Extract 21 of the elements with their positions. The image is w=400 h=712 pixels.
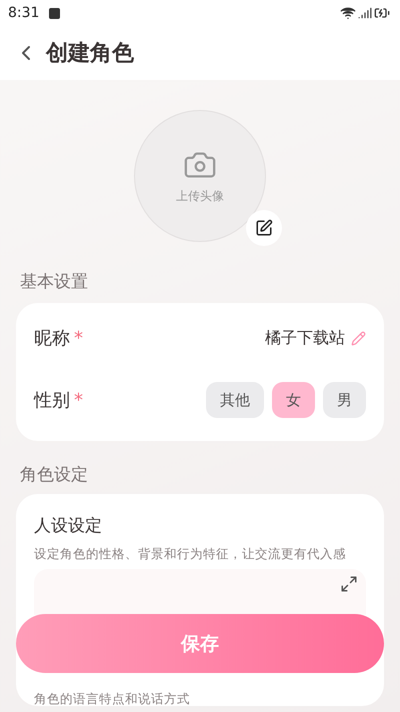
gender-option[interactable]: 男 [323, 382, 366, 418]
section-title: 角色设定 [20, 464, 89, 486]
signal-icon [358, 6, 372, 20]
gender-option[interactable]: 其他 [206, 382, 264, 418]
gender-option[interactable]: 女 [272, 382, 315, 418]
edit-badge[interactable] [246, 210, 282, 246]
persona-description: 设定角色的性格、背景和行为特征，让交流更有代入感 [34, 546, 347, 561]
persona-title: 人设设定 [34, 516, 103, 536]
wifi-icon [340, 5, 356, 21]
edit-icon [255, 219, 273, 237]
field-label: 性别 [34, 389, 70, 412]
status-time: 8:31 [8, 5, 40, 21]
section-title: 基本设置 [20, 271, 89, 293]
nickname-value[interactable]: 橘子下载站 [265, 328, 345, 348]
persona-field[interactable] [34, 569, 366, 615]
required-mark: * [74, 328, 83, 348]
required-mark: * [74, 390, 83, 410]
expand-icon[interactable] [340, 575, 358, 593]
page-title: 创建角色 [46, 40, 134, 68]
style-description: 角色的语言特点和说话方式 [34, 691, 191, 706]
field-label: 昵称 [34, 327, 70, 350]
